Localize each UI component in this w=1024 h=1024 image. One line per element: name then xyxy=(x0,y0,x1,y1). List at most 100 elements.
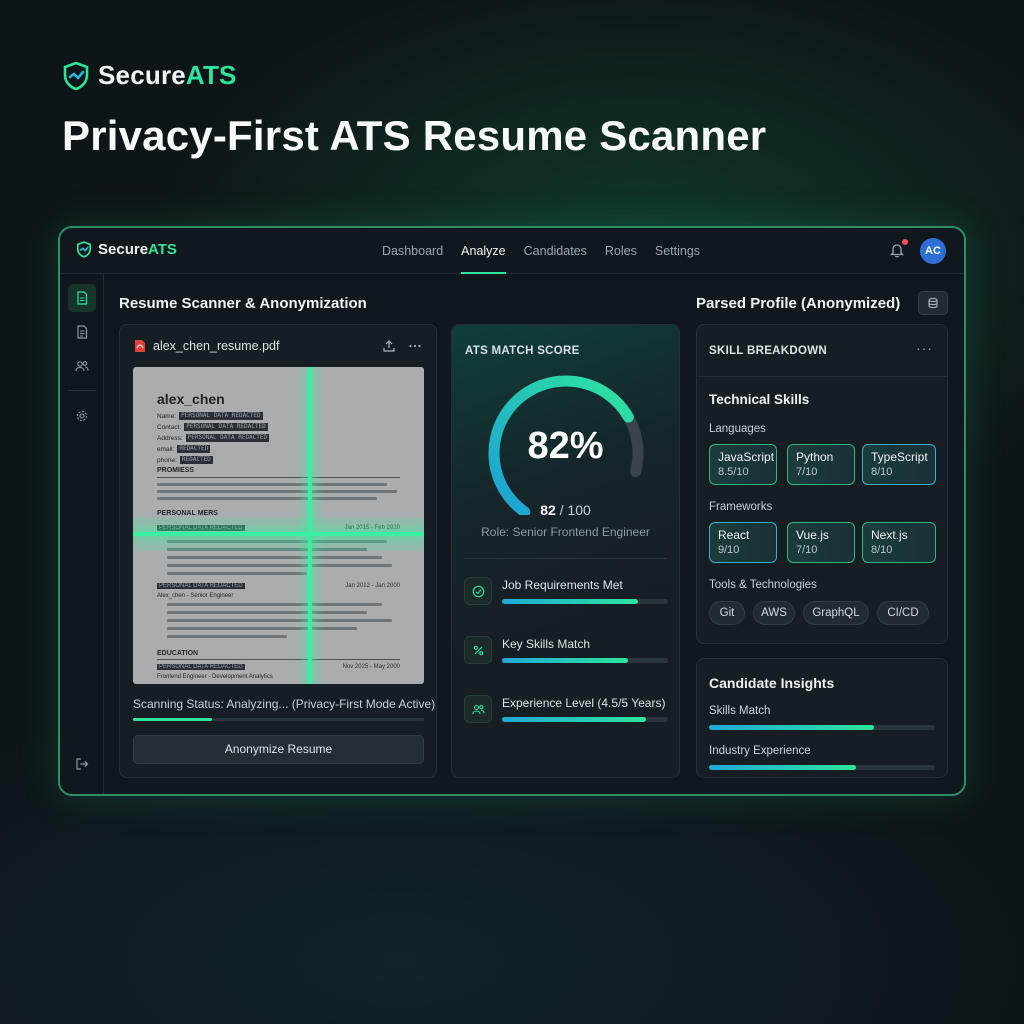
tool-chip-cicd[interactable]: CI/CD xyxy=(877,601,929,625)
main-nav: Dashboard Analyze Candidates Roles Setti… xyxy=(373,228,709,274)
nav-roles[interactable]: Roles xyxy=(596,228,646,274)
pdf-file-icon xyxy=(135,340,145,352)
metric-label: Key Skills Match xyxy=(502,637,591,651)
metric-bar-fill xyxy=(502,658,629,663)
gear-icon xyxy=(76,410,88,422)
document-icon xyxy=(77,325,88,339)
scan-progress-bar xyxy=(133,718,424,721)
avatar[interactable]: AC xyxy=(920,238,946,264)
skill-chip-react[interactable]: React 9/10 xyxy=(709,522,777,563)
sidebar-item-logout[interactable] xyxy=(68,750,96,778)
resume-text-line xyxy=(167,572,307,575)
check-circle-icon xyxy=(472,585,484,597)
users-icon xyxy=(75,361,89,372)
ats-score-card: ATS MATCH SCORE 82% 82 / 100 Role: Senio… xyxy=(451,324,680,778)
sidebar-item-scan[interactable] xyxy=(68,284,96,312)
resume-section-heading: EDUCATION xyxy=(157,650,199,657)
skill-chip-nextjs[interactable]: Next.js 8/10 xyxy=(862,522,936,563)
resume-text-line xyxy=(167,603,382,606)
metric-bar-fill xyxy=(502,599,639,604)
resume-field: Address: PERSONAL DATA REDACTED xyxy=(157,434,270,442)
metric-bar xyxy=(502,658,668,663)
score-label: ATS MATCH SCORE xyxy=(465,345,580,357)
percent-icon xyxy=(473,645,483,655)
resume-rule xyxy=(157,659,400,660)
metric-experience-level: Experience Level (4.5/5 Years) xyxy=(464,695,668,729)
insights-title: Candidate Insights xyxy=(709,675,835,691)
nav-candidates[interactable]: Candidates xyxy=(515,228,596,274)
scanning-status: Scanning Status: Analyzing... (Privacy-F… xyxy=(133,697,436,711)
resume-section-heading: Frontend Engineer - Development Analytic… xyxy=(157,674,273,680)
skill-breakdown-label: SKILL BREAKDOWN xyxy=(709,345,828,357)
resume-text-line xyxy=(157,483,387,486)
hero-brand: SecureATS xyxy=(62,60,237,91)
score-fraction: 82 / 100 xyxy=(540,502,591,518)
sidebar-item-documents[interactable] xyxy=(68,318,96,346)
scan-line-vertical xyxy=(308,367,312,684)
nav-settings[interactable]: Settings xyxy=(646,228,709,274)
resume-preview: alex_chen Name: PERSONAL DATA REDACTED Co… xyxy=(133,367,424,684)
upload-icon[interactable] xyxy=(382,339,396,353)
app-brand[interactable]: SecureATS xyxy=(76,241,177,258)
resume-text-line xyxy=(167,611,367,614)
resume-dates: Nov 2025 - May 2000 xyxy=(342,664,400,670)
profile-export-button[interactable] xyxy=(918,291,948,315)
metric-bar xyxy=(502,717,668,722)
resume-section-heading: PROMIESS xyxy=(157,467,194,474)
resume-text-line xyxy=(167,619,392,622)
metric-bar xyxy=(502,599,668,604)
sidebar-divider xyxy=(68,390,96,391)
metric-icon-box xyxy=(464,695,492,723)
insight-label: Industry Experience xyxy=(709,745,811,757)
insight-bar-fill xyxy=(709,725,874,730)
technical-skills-title: Technical Skills xyxy=(709,392,810,407)
languages-label: Languages xyxy=(709,423,766,435)
resume-redacted-heading: PERSONAL DATA REDACTED xyxy=(157,583,245,589)
resume-text-line xyxy=(167,627,357,630)
more-options-icon[interactable]: ··· xyxy=(916,340,933,356)
insight-bar-fill xyxy=(709,765,856,770)
resume-field: phone: REDACTED xyxy=(157,456,213,464)
insight-bar xyxy=(709,765,935,770)
resume-field: Contact: PERSONAL DATA REDACTED xyxy=(157,423,268,431)
skill-chip-vuejs[interactable]: Vue.js 7/10 xyxy=(787,522,855,563)
sidebar xyxy=(60,274,104,794)
score-percent: 82% xyxy=(527,425,604,467)
nav-analyze[interactable]: Analyze xyxy=(452,228,514,274)
metric-label: Job Requirements Met xyxy=(502,578,623,592)
tool-chip-git[interactable]: Git xyxy=(709,601,745,625)
resume-redacted-heading: PERSONAL DATA REDACTED xyxy=(157,664,245,670)
profile-section-title: Parsed Profile (Anonymized) xyxy=(696,295,901,312)
users-icon xyxy=(471,704,485,714)
tool-chip-graphql[interactable]: GraphQL xyxy=(803,601,869,625)
resume-text-line xyxy=(157,490,397,493)
skill-chip-javascript[interactable]: JavaScript 8.5/10 xyxy=(709,444,777,485)
insight-label: Skills Match xyxy=(709,705,771,717)
nav-dashboard[interactable]: Dashboard xyxy=(373,228,452,274)
scanner-section-title: Resume Scanner & Anonymization xyxy=(119,295,367,312)
database-icon xyxy=(928,297,938,309)
anonymize-resume-button[interactable]: Anonymize Resume xyxy=(133,735,424,764)
skill-chip-typescript[interactable]: TypeScript 8/10 xyxy=(862,444,936,485)
metric-job-requirements: Job Requirements Met xyxy=(464,577,668,611)
resume-name: alex_chen xyxy=(157,391,225,407)
file-actions xyxy=(382,339,422,353)
tools-label: Tools & Technologies xyxy=(709,579,817,591)
resume-field: email: REDACTED xyxy=(157,445,211,453)
sidebar-item-settings[interactable] xyxy=(68,402,96,430)
target-role: Role: Senior Frontend Engineer xyxy=(481,525,650,539)
card-divider xyxy=(697,376,947,377)
metric-bar-fill xyxy=(502,717,647,722)
resume-section-heading: PERSONAL MERS xyxy=(157,510,218,517)
tool-chip-aws[interactable]: AWS xyxy=(753,601,795,625)
metric-icon-box xyxy=(464,636,492,664)
skill-chip-python[interactable]: Python 7/10 xyxy=(787,444,855,485)
resume-text-line xyxy=(167,564,392,567)
scan-progress-fill xyxy=(133,718,212,721)
sidebar-item-users[interactable] xyxy=(68,352,96,380)
resume-text-line xyxy=(167,556,382,559)
resume-text-line xyxy=(157,497,377,500)
resume-section-heading: Alex_chen - Senior Engineer xyxy=(157,593,234,599)
resume-scanner-card: alex_chen_resume.pdf alex_chen Name: PERS… xyxy=(119,324,437,778)
more-options-icon[interactable] xyxy=(408,339,422,353)
